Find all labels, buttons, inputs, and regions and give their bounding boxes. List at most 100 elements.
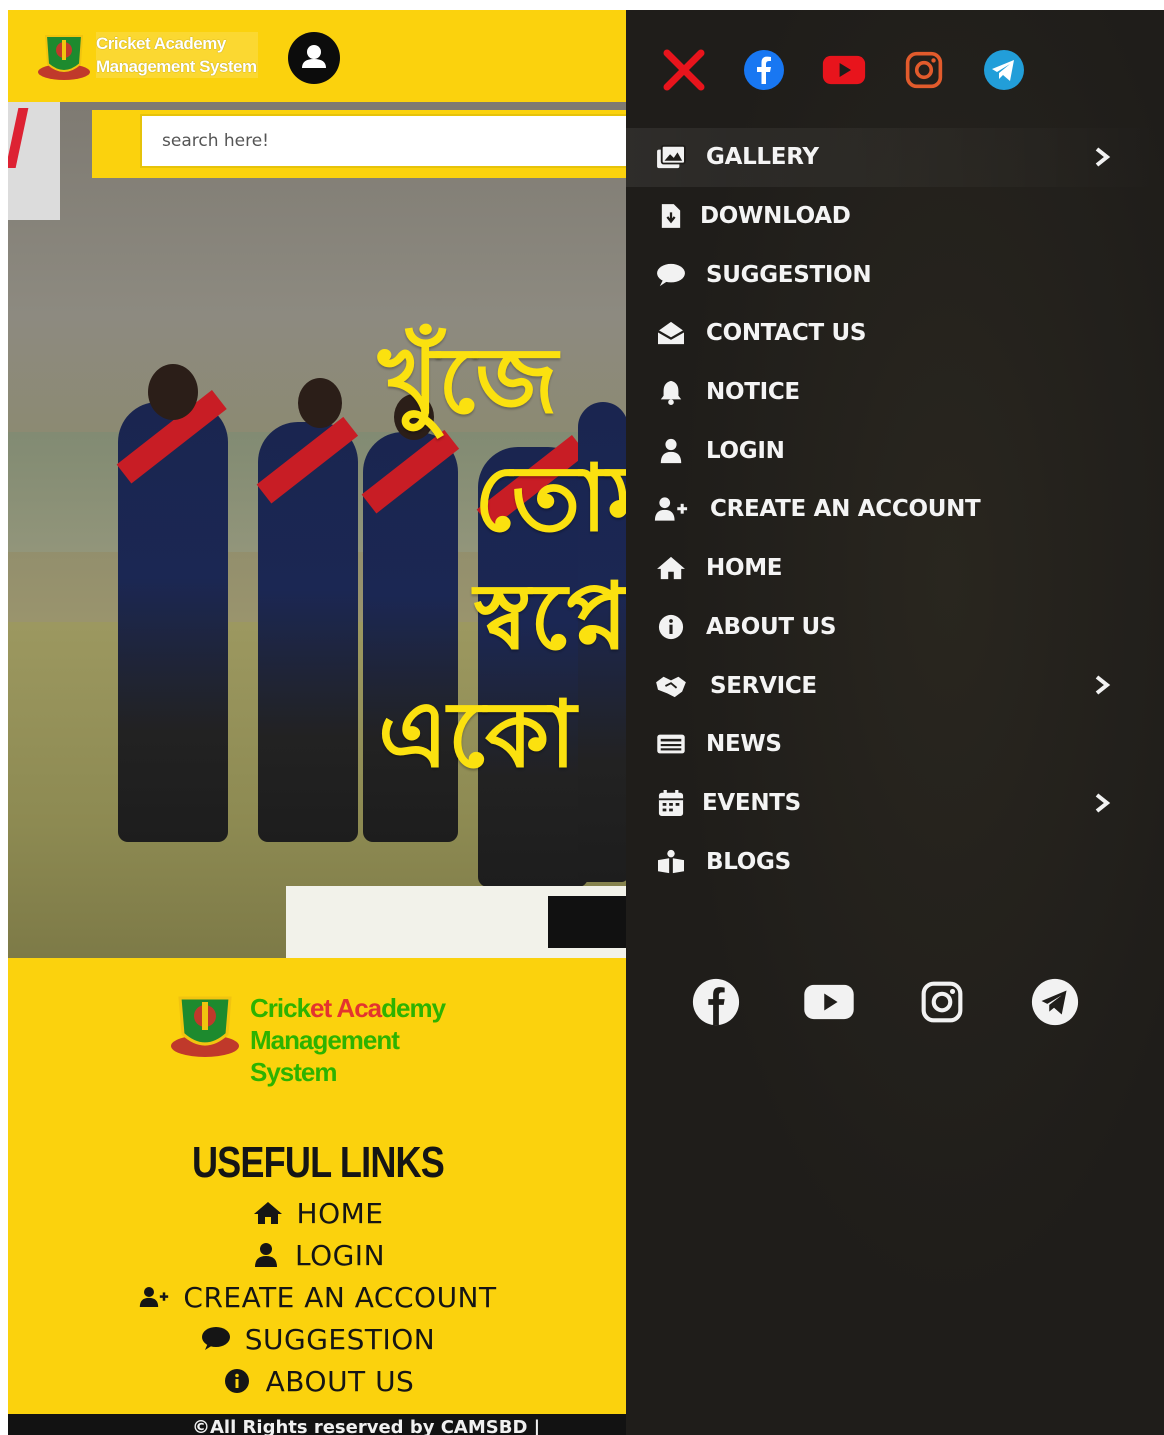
user-plus-icon [140,1287,169,1307]
newspaper-icon [657,734,685,754]
menu-item-label: CREATE AN ACCOUNT [710,496,981,523]
instagram-link[interactable] [902,48,946,92]
useful-links-title: USEFUL LINKS [191,1138,445,1187]
menu-item-label: SERVICE [710,672,817,699]
footer-link-label: ABOUT US [265,1364,415,1398]
youtube-link[interactable] [822,48,866,92]
footer-brand-text: Crick [250,993,311,1023]
menu-item-login[interactable]: LOGIN [626,421,1164,480]
close-button[interactable] [662,48,706,92]
instagram-link[interactable] [916,976,968,1028]
menu-item-label: GALLERY [706,144,819,171]
menu-item-label: SUGGESTION [706,261,872,288]
menu-item-notice[interactable]: NOTICE [626,363,1164,422]
close-icon [663,49,705,91]
footer-brand-text: et Aca [310,993,382,1023]
menu-item-events[interactable]: EVENTS [626,774,1164,833]
hero-headline: খুঁজে তোম স্বপ্নে একাে [378,327,628,788]
bell-icon [660,380,682,406]
top-header: Cricket Academy Management System [8,10,628,102]
menu-item-create-account[interactable]: CREATE AN ACCOUNT [626,480,1164,539]
footer-link-create-account[interactable]: CREATE AN ACCOUNT [8,1276,628,1318]
brand-line-2: Management System [96,55,258,78]
footer-link-about-us[interactable]: ABOUT US [8,1360,628,1402]
facebook-link[interactable] [690,976,742,1028]
footer-brand-text: demy [381,993,446,1023]
footer-brand-name: Cricket Academy Management System [250,992,468,1088]
copyright-bar: ©All Rights reserved by CAMSBD | [8,1414,628,1435]
telegram-icon [984,50,1024,90]
menu-item-label: CONTACT US [706,320,867,347]
chevron-right-icon[interactable] [1092,674,1112,696]
logo-badge-icon [171,996,239,1057]
hero-side-image [8,102,60,220]
telegram-icon [1031,978,1079,1026]
menu-item-news[interactable]: NEWS [626,715,1164,774]
player-head [148,364,198,420]
info-icon [658,614,684,639]
facebook-icon [744,50,784,90]
player-head [298,378,342,428]
footer-link-home[interactable]: HOME [8,1192,628,1234]
youtube-icon [804,984,854,1020]
copyright-text: ©All Rights reserved by CAMSBD | [192,1417,541,1435]
menu-item-label: BLOGS [706,848,791,875]
comment-icon [201,1327,230,1350]
facebook-link[interactable] [742,48,786,92]
footer-link-label: SUGGESTION [244,1322,436,1356]
file-download-icon [661,204,681,228]
menu-item-home[interactable]: HOME [626,539,1164,598]
chevron-right-icon[interactable] [1092,792,1112,814]
handshake-icon [656,676,686,697]
useful-links-list: HOME LOGIN CREATE AN ACCOUNT SUGGESTION … [8,1192,628,1402]
menu-item-label: NOTICE [706,379,800,406]
footer-link-label: HOME [296,1196,384,1230]
hero-banner: খুঁজে তোম স্বপ্নে একাে [8,102,628,958]
home-icon [253,1202,282,1224]
comment-icon [657,263,685,286]
menu-item-gallery[interactable]: GALLERY [626,128,1164,187]
footer-link-login[interactable]: LOGIN [8,1234,628,1276]
telegram-link[interactable] [982,48,1026,92]
menu-item-blogs[interactable]: BLOGS [626,832,1164,891]
menu-item-about-us[interactable]: ABOUT US [626,598,1164,657]
menu-item-contact-us[interactable]: CONTACT US [626,304,1164,363]
calendar-icon [658,789,684,816]
instagram-icon [905,51,943,89]
menu-item-label: ABOUT US [706,613,837,640]
side-drawer: GALLERY DOWNLOAD SUGGESTION CONTACT US N… [626,10,1164,1435]
facebook-icon [692,978,740,1026]
user-icon [302,45,326,68]
youtube-icon [822,55,866,85]
youtube-link[interactable] [803,976,855,1028]
footer-brand-line-2: Management System [250,1025,400,1087]
logo-badge-icon[interactable] [36,28,92,82]
footer-link-label: LOGIN [294,1238,386,1272]
menu-item-download[interactable]: DOWNLOAD [626,187,1164,246]
search-bar [92,110,640,178]
menu-item-suggestion[interactable]: SUGGESTION [626,245,1164,304]
telegram-link[interactable] [1029,976,1081,1028]
info-icon [224,1369,249,1393]
envelope-open-icon [657,322,685,345]
footer-link-suggestion[interactable]: SUGGESTION [8,1318,628,1360]
user-plus-icon [654,497,688,522]
brand-line-1: Cricket Academy [96,32,258,55]
menu-item-label: HOME [706,555,783,582]
player-figure [256,416,359,842]
footer-brand-line-1: Cricket Academy [250,992,468,1024]
menu-item-service[interactable]: SERVICE [626,656,1164,715]
footer-logo[interactable]: Cricket Academy Management System [168,980,468,1087]
menu-item-label: NEWS [706,731,782,758]
user-icon [254,1243,277,1267]
search-input[interactable] [140,114,640,168]
menu-item-label: EVENTS [702,789,801,816]
drawer-social-bottom [690,974,1142,1030]
footer-link-label: CREATE AN ACCOUNT [183,1280,497,1314]
brand-name[interactable]: Cricket Academy Management System [96,32,258,82]
blog-icon [658,849,684,873]
instagram-icon [921,981,963,1023]
avatar[interactable] [288,32,340,84]
chevron-right-icon[interactable] [1092,146,1112,168]
drawer-social-top [662,48,1062,92]
